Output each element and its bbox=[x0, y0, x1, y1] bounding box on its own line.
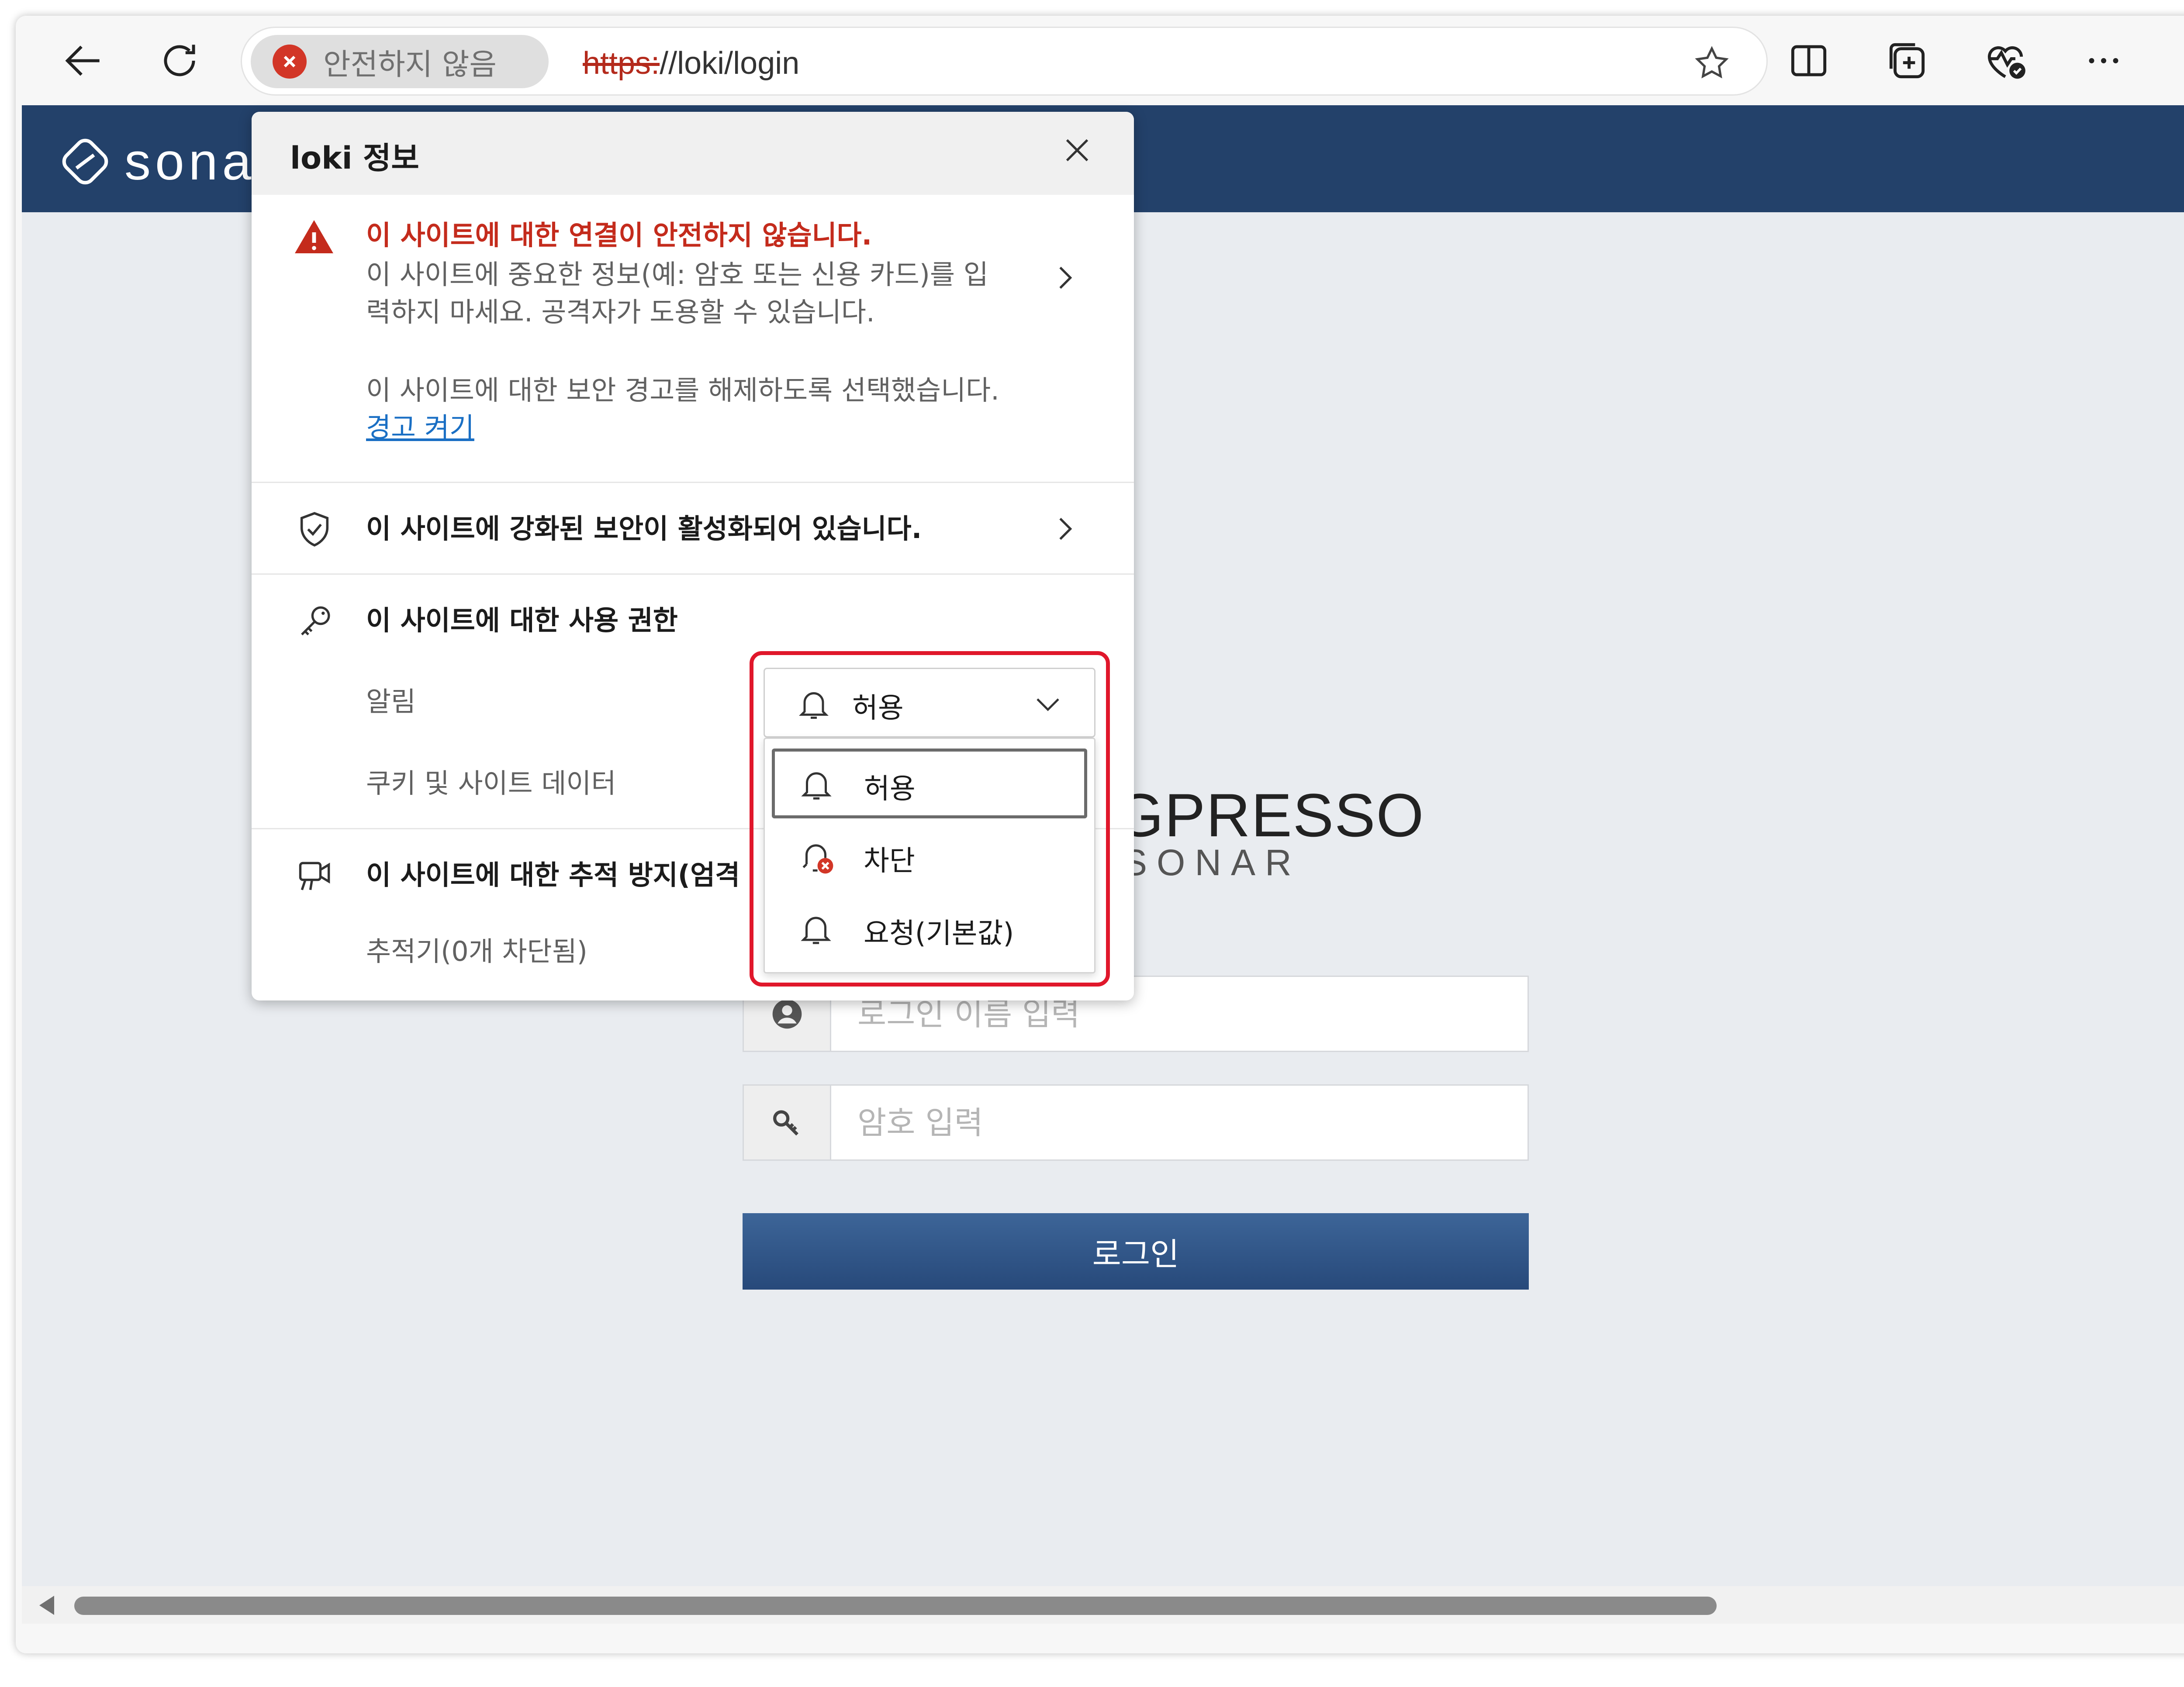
security-label: 안전하지 않음 bbox=[323, 47, 497, 82]
browser-window: 안전하지 않음 https://loki/login sona GPRESSO … bbox=[16, 16, 2184, 1653]
popup-header: loki 정보 bbox=[252, 112, 1134, 195]
dismissed-warning-text: 이 사이트에 대한 보안 경고를 해제하도록 선택했습니다. bbox=[366, 374, 999, 406]
close-icon bbox=[1066, 139, 1089, 162]
warning-description-line2: 력하지 마세요. 공격자가 도용할 수 있습니다. bbox=[366, 296, 875, 328]
warning-details-button[interactable] bbox=[1049, 262, 1079, 293]
notifications-label: 알림 bbox=[366, 686, 416, 718]
trackers-label[interactable]: 추적기(0개 차단됨) bbox=[366, 933, 587, 970]
url-path: //loki/login bbox=[660, 46, 800, 81]
password-input[interactable] bbox=[831, 1086, 1527, 1159]
red-highlight-box bbox=[750, 651, 1110, 987]
chevron-right-icon bbox=[1059, 266, 1072, 289]
warning-title: 이 사이트에 대한 연결이 안전하지 않습니다. bbox=[366, 219, 872, 251]
sonar-logo-icon bbox=[62, 138, 108, 185]
shield-check-icon bbox=[295, 510, 334, 549]
divider bbox=[252, 482, 1134, 483]
login-button[interactable]: 로그인 bbox=[743, 1213, 1529, 1290]
enhanced-security-button[interactable] bbox=[1049, 514, 1079, 544]
warning-description-line1: 이 사이트에 중요한 정보(예: 암호 또는 신용 카드)를 입 bbox=[366, 259, 988, 290]
scrollbar-thumb[interactable] bbox=[74, 1597, 1717, 1615]
browser-essentials-button[interactable] bbox=[1981, 37, 2029, 85]
refresh-icon bbox=[164, 45, 195, 76]
tracking-prevention-icon bbox=[295, 856, 335, 897]
key-icon bbox=[773, 1110, 798, 1135]
copilot-icon bbox=[2178, 37, 2184, 85]
key-icon bbox=[295, 602, 335, 641]
more-icon bbox=[2089, 58, 2118, 63]
scroll-left-arrow-icon[interactable] bbox=[39, 1596, 54, 1615]
turn-on-warnings-link[interactable]: 경고 켜기 bbox=[366, 409, 474, 446]
refresh-button[interactable] bbox=[156, 37, 204, 85]
key-addon bbox=[744, 1086, 831, 1159]
enhanced-security-text[interactable]: 이 사이트에 강화된 보안이 활성화되어 있습니다. bbox=[366, 510, 922, 548]
collections-icon bbox=[1889, 43, 1925, 79]
split-screen-icon bbox=[1791, 45, 1827, 76]
split-screen-button[interactable] bbox=[1785, 37, 1833, 85]
permissions-title: 이 사이트에 대한 사용 권한 bbox=[366, 604, 678, 636]
close-button[interactable] bbox=[1060, 133, 1095, 168]
heart-pulse-icon bbox=[1987, 46, 2025, 79]
security-indicator[interactable]: 안전하지 않음 bbox=[251, 35, 549, 88]
user-icon bbox=[772, 999, 802, 1028]
password-field bbox=[743, 1084, 1529, 1161]
arrow-left-icon bbox=[65, 45, 100, 76]
copilot-button[interactable] bbox=[2178, 37, 2184, 85]
favorite-button[interactable] bbox=[1692, 44, 1731, 83]
more-menu-button[interactable] bbox=[2080, 37, 2128, 85]
not-secure-icon bbox=[273, 45, 307, 79]
brand-title: GPRESSO bbox=[1116, 781, 1425, 849]
divider bbox=[252, 573, 1134, 575]
back-button[interactable] bbox=[59, 37, 107, 85]
horizontal-scrollbar[interactable] bbox=[22, 1586, 2184, 1624]
chevron-right-icon bbox=[1059, 517, 1072, 540]
warning-triangle-icon bbox=[293, 217, 335, 259]
popup-title: loki 정보 bbox=[290, 140, 419, 176]
url-scheme: https: bbox=[583, 46, 660, 81]
logo-text: sona bbox=[124, 132, 256, 191]
address-bar[interactable]: 안전하지 않음 https://loki/login bbox=[241, 27, 1768, 96]
star-icon bbox=[1695, 46, 1729, 79]
browser-toolbar: 안전하지 않음 https://loki/login bbox=[16, 16, 2184, 103]
url-text[interactable]: https://loki/login bbox=[583, 45, 799, 81]
site-logo[interactable]: sona bbox=[59, 131, 256, 192]
tracking-prevention-title: 이 사이트에 대한 추적 방지(엄격 bbox=[366, 859, 740, 891]
collections-button[interactable] bbox=[1883, 37, 1931, 85]
brand-subtitle: SONAR bbox=[1123, 842, 1301, 883]
cookies-site-data-label[interactable]: 쿠키 및 사이트 데이터 bbox=[366, 765, 616, 802]
